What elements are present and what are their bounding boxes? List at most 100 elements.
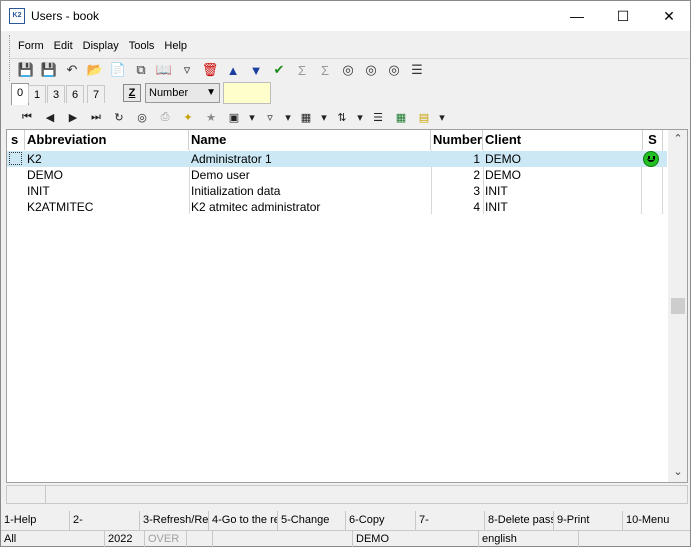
sort-dropdown-icon[interactable]: ▾ [355, 108, 365, 128]
new-document-icon[interactable]: 📄 [108, 60, 128, 80]
refresh-icon[interactable]: ↻ [109, 108, 129, 128]
next-record-icon[interactable]: ▶ [63, 108, 83, 128]
fkey-8-delete[interactable]: 8-Delete pass [485, 511, 554, 530]
column-header-s[interactable]: s [9, 130, 25, 150]
sigma-down-icon[interactable]: Σ [315, 60, 335, 80]
column-header-number[interactable]: Number [431, 130, 483, 150]
copy-icon[interactable]: ⧉ [131, 60, 151, 80]
status-client: DEMO [353, 531, 479, 547]
print-icon[interactable]: ⎙ [155, 108, 175, 128]
previous-record-icon[interactable]: ◀ [40, 108, 60, 128]
table-row[interactable]: INIT Initialization data 3 INIT [7, 183, 667, 199]
sort-combo-value: Number [149, 87, 189, 99]
users-grid: s Abbreviation Name Number Client S K2 A… [6, 129, 688, 483]
sigma-icon[interactable]: Σ [292, 60, 312, 80]
find-icon[interactable]: ◎ [132, 108, 152, 128]
column-header-name[interactable]: Name [189, 130, 431, 150]
k2-app-icon: K2 [9, 8, 25, 24]
binoculars-find-icon[interactable]: ◎ [384, 60, 404, 80]
fkey-2[interactable]: 2- [70, 511, 140, 530]
camera-dropdown-icon[interactable]: ▾ [247, 108, 257, 128]
menu-lines-icon[interactable]: ☰ [407, 60, 427, 80]
menu-display[interactable]: Display [83, 40, 119, 52]
vertical-scrollbar[interactable]: ⌃ ⌄ [668, 130, 687, 482]
column-header-client[interactable]: Client [483, 130, 643, 150]
sort-az-icon[interactable]: ⇅ [332, 108, 352, 128]
first-record-icon[interactable]: ⏮ [17, 108, 37, 128]
cell-abbreviation: INIT [27, 184, 50, 198]
window-title: Users - book [31, 9, 100, 23]
columns-dropdown-icon[interactable]: ▾ [319, 108, 329, 128]
function-key-bar: 1-Help 2- 3-Refresh/Re 4-Go to the re 5-… [1, 511, 690, 530]
fkey-3-refresh[interactable]: 3-Refresh/Re [140, 511, 209, 530]
star-icon[interactable]: ★ [201, 108, 221, 128]
scroll-down-icon[interactable]: ⌄ [668, 464, 687, 481]
status-language: english [479, 531, 579, 547]
wand-icon[interactable]: ✦ [178, 108, 198, 128]
table-row[interactable]: K2 Administrator 1 1 DEMO [7, 151, 667, 167]
scroll-up-icon[interactable]: ⌃ [668, 131, 687, 148]
book-icon[interactable]: 📖 [154, 60, 174, 80]
report-dropdown-icon[interactable]: ▾ [437, 108, 447, 128]
quick-search-input[interactable] [223, 82, 271, 104]
columns-icon[interactable]: ▦ [296, 108, 316, 128]
cell-client: INIT [485, 184, 508, 198]
close-button[interactable]: ✕ [646, 1, 691, 31]
tab-7[interactable]: 7 [87, 85, 105, 103]
filter-dropdown-icon[interactable]: ▾ [283, 108, 293, 128]
document-delete-icon[interactable]: 🗑 [200, 60, 220, 80]
menu-form[interactable]: Form [18, 40, 44, 52]
fkey-1-help[interactable]: 1-Help [1, 511, 70, 530]
list-icon[interactable]: ☰ [368, 108, 388, 128]
undo-icon[interactable]: ↶ [62, 60, 82, 80]
sort-combo[interactable]: Number ▼ [145, 83, 220, 103]
menu-edit[interactable]: Edit [54, 40, 73, 52]
camera-icon[interactable]: ▣ [224, 108, 244, 128]
excel-icon[interactable]: ▦ [391, 108, 411, 128]
tab-3[interactable]: 3 [47, 85, 65, 103]
sort-z-button[interactable]: Z [123, 84, 141, 102]
cell-abbreviation: K2ATMITEC [27, 200, 94, 214]
chevron-down-icon: ▼ [206, 87, 216, 98]
fkey-7[interactable]: 7- [416, 511, 485, 530]
tab-6[interactable]: 6 [66, 85, 84, 103]
title-bar: K2 Users - book — ☐ ✕ [1, 1, 690, 31]
nav-toolbar: ⏮ ◀ ▶ ⏭ ↻ ◎ ⎙ ✦ ★ ▣ ▾ ▿ ▾ ▦ ▾ ⇅ ▾ ☰ ▦ ▤ … [9, 106, 689, 129]
cell-client: DEMO [485, 168, 521, 182]
menu-tools[interactable]: Tools [129, 40, 155, 52]
menu-help[interactable]: Help [164, 40, 187, 52]
filter-icon[interactable]: ▿ [260, 108, 280, 128]
fkey-6-copy[interactable]: 6-Copy [346, 511, 416, 530]
minimize-button[interactable]: — [554, 1, 600, 31]
tab-0[interactable]: 0 [11, 83, 29, 105]
menu-bar: Form Edit Display Tools Help [9, 35, 689, 57]
table-row[interactable]: DEMO Demo user 2 DEMO [7, 167, 667, 183]
column-header-abbreviation[interactable]: Abbreviation [25, 130, 189, 150]
fkey-4-goto[interactable]: 4-Go to the re [209, 511, 278, 530]
table-row[interactable]: K2ATMITEC K2 atmitec administrator 4 INI… [7, 199, 667, 215]
cell-number: 4 [473, 200, 480, 214]
fkey-5-change[interactable]: 5-Change [278, 511, 346, 530]
arrow-down-icon[interactable]: ▼ [246, 60, 266, 80]
save-icon[interactable]: 💾 [16, 60, 36, 80]
column-header-status[interactable]: S [643, 130, 663, 150]
tab-1[interactable]: 1 [28, 85, 46, 103]
last-record-icon[interactable]: ⏭ [86, 108, 106, 128]
main-toolbar: 💾 💾 ↶ 📂 📄 ⧉ 📖 ▿ 🗑 ▲ ▼ ✔ Σ Σ ◎ ◎ ◎ ☰ [9, 58, 689, 81]
check-mark-icon[interactable]: ✔ [269, 60, 289, 80]
open-folder-icon[interactable]: 📂 [85, 60, 105, 80]
scrollbar-thumb[interactable] [671, 298, 685, 314]
fkey-9-print[interactable]: 9-Print [554, 511, 623, 530]
save-close-icon[interactable]: 💾 [39, 60, 59, 80]
fkey-10-menu[interactable]: 10-Menu [623, 511, 690, 530]
report-icon[interactable]: ▤ [414, 108, 434, 128]
cell-name: Demo user [191, 168, 250, 182]
filter-bar[interactable] [6, 485, 688, 504]
status-empty [187, 531, 213, 547]
cell-number: 2 [473, 168, 480, 182]
maximize-button[interactable]: ☐ [600, 1, 646, 31]
binoculars-icon[interactable]: ◎ [338, 60, 358, 80]
filter-icon[interactable]: ▿ [177, 60, 197, 80]
binoculars-next-icon[interactable]: ◎ [361, 60, 381, 80]
arrow-up-icon[interactable]: ▲ [223, 60, 243, 80]
